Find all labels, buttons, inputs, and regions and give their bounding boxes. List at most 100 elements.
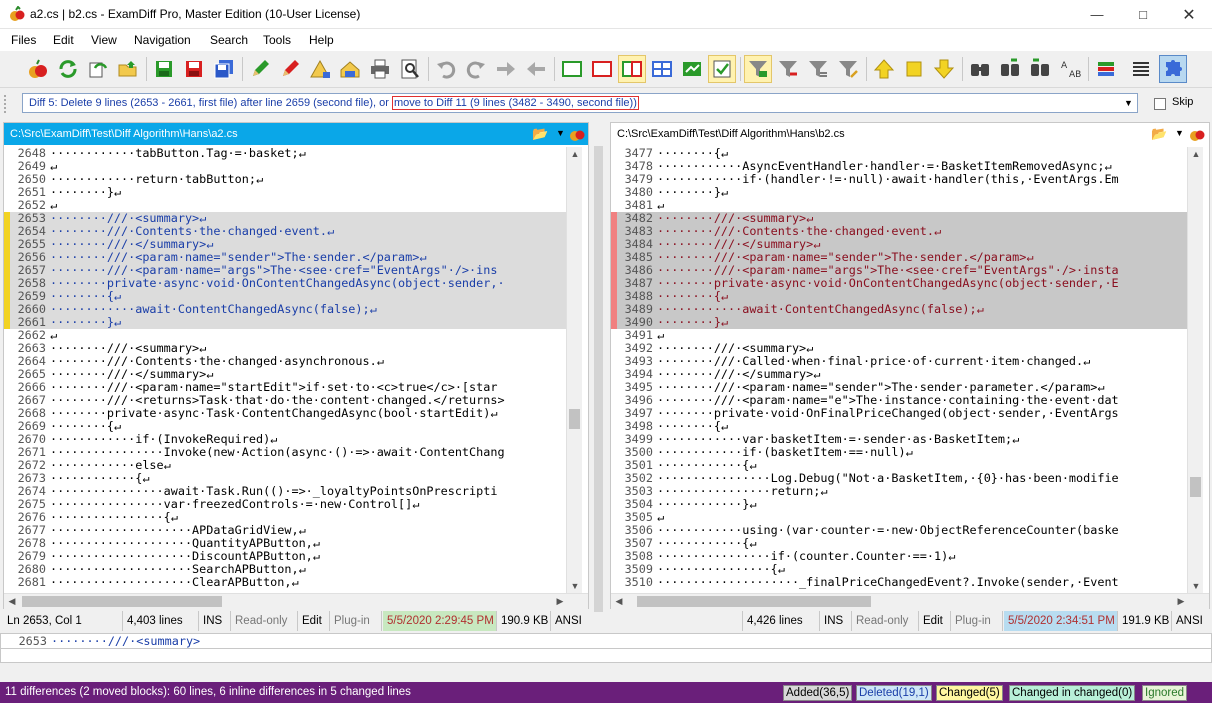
scroll-down-icon[interactable]: ▼ <box>567 579 583 593</box>
right-compare-icon[interactable] <box>1189 126 1205 142</box>
scroll-thumb[interactable] <box>22 596 222 607</box>
redo-icon[interactable] <box>462 55 490 83</box>
save-all-icon[interactable] <box>210 55 238 83</box>
menu-help[interactable]: Help <box>309 33 334 47</box>
left-open-folder-icon[interactable]: 📂 <box>532 126 548 142</box>
horizontal-split-icon[interactable] <box>588 55 616 83</box>
skip-checkbox[interactable] <box>1154 98 1166 110</box>
filter-lines-icon[interactable] <box>804 55 832 83</box>
menu-edit[interactable]: Edit <box>53 33 74 47</box>
current-line-view-second[interactable] <box>0 649 1212 663</box>
save-right-icon[interactable] <box>180 55 208 83</box>
undo-icon[interactable] <box>432 55 460 83</box>
compare-icon[interactable] <box>24 55 52 83</box>
grid-view-icon[interactable] <box>648 55 676 83</box>
minimize-button[interactable]: — <box>1074 0 1120 29</box>
vertical-split-icon[interactable] <box>618 55 646 83</box>
right-horizontal-scrollbar[interactable]: ◀ ▶ <box>611 593 1209 609</box>
line-text: ················Invoke(new·Action(async·… <box>50 445 505 459</box>
next-diff-icon[interactable] <box>930 55 958 83</box>
code-line[interactable]: 2651 ········}↵ <box>4 186 570 199</box>
pane-splitter[interactable] <box>590 118 608 633</box>
filter-red-icon[interactable] <box>774 55 802 83</box>
find-next-icon[interactable] <box>996 55 1024 83</box>
find-prev-icon[interactable] <box>1026 55 1054 83</box>
word-wrap-icon[interactable] <box>1127 55 1155 83</box>
warning-icon[interactable] <box>306 55 334 83</box>
scroll-right-icon[interactable]: ▶ <box>1173 594 1189 608</box>
menu-navigation[interactable]: Navigation <box>134 33 191 47</box>
copy-left-icon[interactable] <box>522 55 550 83</box>
code-line[interactable]: 3510 ····················_finalPriceChang… <box>611 576 1187 589</box>
find-icon[interactable] <box>966 55 994 83</box>
options-icon[interactable] <box>1092 55 1120 83</box>
replace-icon[interactable]: A AB <box>1056 55 1084 83</box>
line-text: ↵ <box>50 198 58 212</box>
scroll-up-icon[interactable]: ▲ <box>1188 147 1204 161</box>
single-pane-icon[interactable] <box>558 55 586 83</box>
moved-block-marker <box>4 290 10 303</box>
show-differences-icon[interactable] <box>708 55 736 83</box>
code-line[interactable]: 3504 ············}↵ <box>611 498 1187 511</box>
moved-block-marker <box>4 251 10 264</box>
right-vertical-scrollbar[interactable]: ▲ ▼ <box>1187 147 1203 593</box>
menu-tools[interactable]: Tools <box>263 33 291 47</box>
left-code-view[interactable]: 2648 ············tabButton.Tag·=·basket;↵… <box>4 147 570 593</box>
scroll-up-icon[interactable]: ▲ <box>567 147 583 161</box>
current-diff-icon[interactable] <box>900 55 928 83</box>
line-text: ········///·</summary>↵ <box>657 367 821 381</box>
line-text: ····················QuantityAPButton,↵ <box>50 536 320 550</box>
code-line[interactable]: 3480 ········}↵ <box>611 186 1187 199</box>
menu-files[interactable]: Files <box>11 33 36 47</box>
chevron-down-icon[interactable]: ▼ <box>1120 94 1137 112</box>
print-preview-icon[interactable] <box>396 55 424 83</box>
filter-edit-icon[interactable] <box>834 55 862 83</box>
diff-description-field[interactable]: Diff 5: Delete 9 lines (2653 - 2661, fir… <box>22 93 1138 113</box>
left-horizontal-scrollbar[interactable]: ◀ ▶ <box>4 593 588 609</box>
copy-right-icon[interactable] <box>492 55 520 83</box>
line-text: ····················_finalPriceChangedEv… <box>657 575 1119 589</box>
right-open-folder-icon[interactable]: 📂 <box>1151 126 1167 142</box>
move-to-diff-link[interactable]: move to Diff 11 (9 lines (3482 - 3490, s… <box>391 96 639 110</box>
report-icon[interactable] <box>336 55 364 83</box>
code-line[interactable]: 2681 ····················ClearAPButton,↵ <box>4 576 570 589</box>
diff-description-text: Diff 5: Delete 9 lines (2653 - 2661, fir… <box>29 97 389 109</box>
code-line[interactable]: 2648 ············tabButton.Tag·=·basket;↵ <box>4 147 570 160</box>
line-text: ········///·<param·name="sender">The·sen… <box>657 380 1105 394</box>
print-icon[interactable] <box>366 55 394 83</box>
refresh-icon[interactable] <box>54 55 82 83</box>
left-folder-dropdown-icon[interactable]: ▼ <box>556 128 565 138</box>
file-size: 190.9 KB <box>497 611 551 631</box>
close-button[interactable]: ✕ <box>1166 0 1212 29</box>
scroll-right-icon[interactable]: ▶ <box>552 594 568 608</box>
code-line[interactable]: 3490 ········}↵ <box>611 316 1187 329</box>
edit-right-icon[interactable] <box>276 55 304 83</box>
left-vertical-scrollbar[interactable]: ▲ ▼ <box>566 147 582 593</box>
code-line[interactable]: 2661 ········}↵ <box>4 316 570 329</box>
swap-files-icon[interactable] <box>84 55 112 83</box>
right-folder-dropdown-icon[interactable]: ▼ <box>1175 128 1184 138</box>
left-compare-icon[interactable] <box>569 126 585 142</box>
scroll-left-icon[interactable]: ◀ <box>4 594 20 608</box>
scroll-thumb[interactable] <box>637 596 871 607</box>
menu-view[interactable]: View <box>91 33 117 47</box>
filter-icon[interactable] <box>744 55 772 83</box>
right-code-view[interactable]: 3477 ········{↵ 3478 ············AsyncEvent… <box>611 147 1187 593</box>
open-folder-icon[interactable] <box>114 55 142 83</box>
line-text: ············{↵ <box>50 471 150 485</box>
moved-block-marker <box>611 212 617 225</box>
maximize-button[interactable]: □ <box>1120 0 1166 29</box>
edit-left-icon[interactable] <box>246 55 274 83</box>
save-left-icon[interactable] <box>150 55 178 83</box>
sync-scroll-icon[interactable] <box>678 55 706 83</box>
scroll-thumb[interactable] <box>569 409 580 429</box>
plugins-icon[interactable] <box>1159 55 1187 83</box>
scroll-thumb[interactable] <box>1190 477 1201 497</box>
right-file-path: C:\Src\ExamDiff\Test\Diff Algorithm\Hans… <box>611 123 1209 145</box>
current-line-view[interactable]: 2653 ········///·<summary> <box>0 633 1212 649</box>
scroll-left-icon[interactable]: ◀ <box>611 594 627 608</box>
diff-map[interactable] <box>594 146 603 612</box>
prev-diff-icon[interactable] <box>870 55 898 83</box>
menu-search[interactable]: Search <box>210 33 248 47</box>
scroll-down-icon[interactable]: ▼ <box>1188 579 1204 593</box>
